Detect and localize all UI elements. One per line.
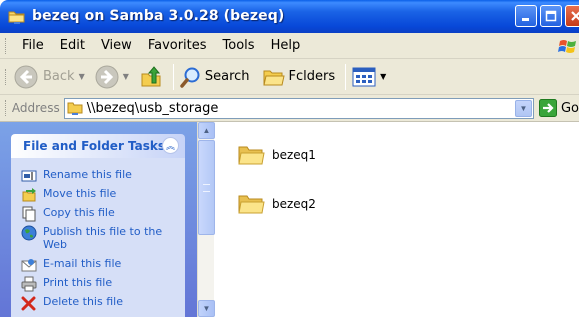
- back-dropdown-icon[interactable]: ▼: [79, 72, 85, 81]
- task-copy-file[interactable]: Copy this file: [21, 206, 173, 222]
- search-label: Search: [204, 69, 250, 84]
- back-button[interactable]: Back ▼: [14, 65, 85, 89]
- network-folder-icon: [67, 102, 83, 115]
- go-label: Go: [560, 100, 579, 116]
- scroll-up-button[interactable]: ▲: [198, 122, 215, 139]
- scroll-down-button[interactable]: ▼: [198, 300, 215, 317]
- task-publish-web[interactable]: Publish this file to the Web: [21, 225, 173, 251]
- maximize-icon: [545, 10, 557, 22]
- toolbar-grip[interactable]: [5, 68, 8, 85]
- standard-toolbar: Back ▼ ▼ Search Fclders ▼: [0, 59, 579, 95]
- folder-name: bezeq1: [272, 148, 316, 162]
- task-panel-title: File and Folder Tasks: [23, 139, 166, 153]
- up-folder-icon: [141, 65, 161, 86]
- rename-icon: [21, 170, 37, 182]
- address-value: \\bezeq\usb_storage: [86, 100, 219, 116]
- minimize-icon: [522, 18, 529, 21]
- go-arrow-icon: [538, 99, 557, 117]
- menu-file[interactable]: File: [14, 38, 52, 53]
- task-rename-file[interactable]: Rename this file: [21, 168, 173, 184]
- folders-button[interactable]: Fclders: [262, 66, 336, 88]
- address-bar: Address \\bezeq\usb_storage ▼ Go: [0, 95, 579, 122]
- menu-tools[interactable]: Tools: [215, 38, 263, 53]
- folders-icon: [262, 70, 285, 85]
- toolbar-separator: [345, 63, 347, 90]
- task-pane-scrollbar[interactable]: ▲ ▼: [197, 122, 215, 317]
- folders-label: Fclders: [288, 69, 336, 84]
- maximize-button[interactable]: [540, 5, 562, 27]
- menu-bar: File Edit View Favorites Tools Help: [0, 33, 579, 59]
- chevron-up-icon: ︽: [165, 141, 175, 151]
- search-icon: [180, 67, 200, 88]
- email-icon: [21, 259, 37, 272]
- views-button[interactable]: ▼: [352, 67, 386, 87]
- task-pane: File and Folder Tasks ︽ Rename this file…: [0, 122, 197, 317]
- menu-edit[interactable]: Edit: [52, 38, 93, 53]
- forward-arrow-icon: [95, 65, 119, 88]
- folder-item[interactable]: bezeq1: [237, 143, 316, 167]
- print-icon: [21, 276, 37, 292]
- forward-button[interactable]: ▼: [95, 65, 129, 89]
- address-input[interactable]: \\bezeq\usb_storage ▼: [63, 97, 534, 119]
- search-button[interactable]: Search: [180, 66, 250, 88]
- folder-item[interactable]: bezeq2: [237, 192, 316, 216]
- folder-name: bezeq2: [272, 197, 316, 211]
- folder-icon: [238, 146, 265, 165]
- task-print-file[interactable]: Print this file: [21, 276, 173, 292]
- views-dropdown-icon[interactable]: ▼: [380, 72, 386, 81]
- views-icon: [352, 67, 376, 86]
- collapse-button[interactable]: ︽: [162, 137, 179, 154]
- task-email-file[interactable]: E-mail this file: [21, 257, 173, 273]
- menu-help[interactable]: Help: [263, 38, 309, 53]
- windows-logo-icon: [558, 40, 576, 53]
- window-title: bezeq on Samba 3.0.28 (bezeq): [32, 8, 285, 24]
- task-delete-file[interactable]: Delete this file: [21, 295, 173, 311]
- forward-dropdown-icon[interactable]: ▼: [123, 72, 129, 81]
- file-folder-tasks-header[interactable]: File and Folder Tasks ︽: [11, 134, 185, 158]
- back-label: Back: [43, 69, 75, 84]
- scroll-grip: [203, 184, 210, 192]
- address-dropdown-button[interactable]: ▼: [514, 99, 532, 117]
- minimize-button[interactable]: [515, 5, 537, 27]
- up-folder-button[interactable]: [139, 65, 163, 89]
- file-list-area[interactable]: bezeq1 bezeq2: [215, 122, 579, 317]
- close-icon: [571, 11, 579, 21]
- address-grip[interactable]: [5, 100, 8, 116]
- go-button[interactable]: Go: [538, 99, 579, 117]
- chevron-down-icon: ▼: [519, 103, 528, 113]
- back-arrow-icon: [14, 65, 38, 88]
- close-button[interactable]: [565, 5, 579, 27]
- toolbar-separator: [172, 63, 174, 90]
- network-folder-icon: [8, 11, 25, 24]
- copy-icon: [22, 206, 36, 222]
- chevron-up-icon: ▲: [202, 126, 211, 135]
- chevron-down-icon: ▼: [202, 304, 211, 313]
- scroll-thumb[interactable]: [198, 140, 215, 235]
- title-bar[interactable]: bezeq on Samba 3.0.28 (bezeq): [0, 0, 579, 33]
- menu-view[interactable]: View: [93, 38, 140, 53]
- task-move-file[interactable]: Move this file: [21, 187, 173, 203]
- publish-web-icon: [21, 225, 37, 241]
- move-icon: [22, 188, 36, 202]
- menu-grip[interactable]: [5, 37, 8, 54]
- delete-icon: [21, 296, 36, 311]
- task-list: Rename this file Move this file Copy thi…: [11, 158, 185, 317]
- folder-icon: [238, 195, 265, 214]
- address-label: Address: [11, 101, 60, 115]
- menu-favorites[interactable]: Favorites: [140, 38, 215, 53]
